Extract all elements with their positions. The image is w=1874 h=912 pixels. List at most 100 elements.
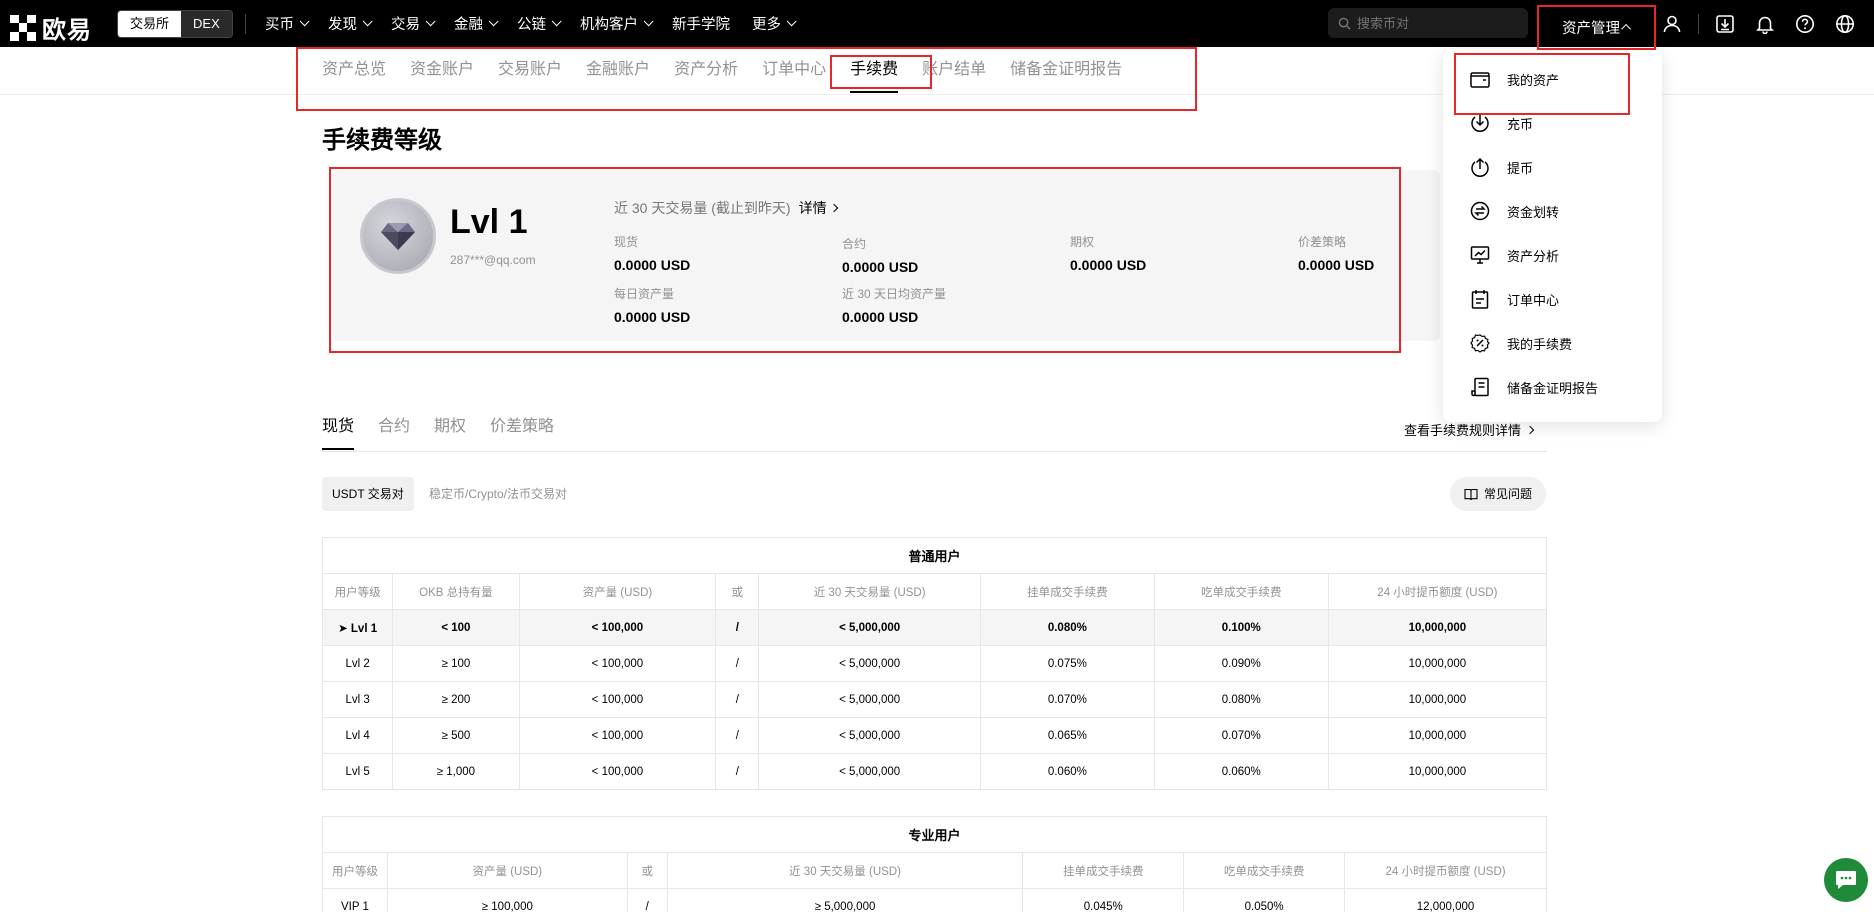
dex-toggle[interactable]: DEX bbox=[181, 11, 232, 37]
tab-trading-account[interactable]: 交易账户 bbox=[498, 47, 562, 95]
chevron-right-icon bbox=[1525, 425, 1535, 434]
asset-management-menu[interactable]: 资产管理 bbox=[1537, 5, 1656, 50]
column-header: 挂单成交手续费 bbox=[1022, 852, 1185, 889]
menu-item-withdraw[interactable]: 提币 bbox=[1469, 156, 1533, 178]
tab-proof-of-reserves[interactable]: 储备金证明报告 bbox=[1010, 47, 1122, 95]
table-row: Lvl 3 ≥ 200 < 100,000 / < 5,000,000 0.07… bbox=[321, 681, 1548, 718]
faq-label: 常见问题 bbox=[1484, 487, 1533, 501]
nav-academy[interactable]: 新手学院 bbox=[672, 13, 730, 34]
tab-options[interactable]: 期权 bbox=[434, 412, 466, 450]
menu-item-label: 资金划转 bbox=[1507, 204, 1560, 220]
asset-management-dropdown: 我的资产 充币 提币 资金划转 资产分析 订单中心 我的手续费 储备金证明报告 bbox=[1443, 50, 1662, 422]
nav-trade[interactable]: 交易 bbox=[391, 13, 436, 34]
menu-item-deposit[interactable]: 充币 bbox=[1469, 112, 1533, 134]
tab-futures[interactable]: 合约 bbox=[378, 412, 410, 450]
chevron-down-icon bbox=[786, 16, 797, 27]
level-badge bbox=[360, 198, 436, 274]
chevron-up-icon bbox=[1621, 23, 1632, 34]
other-pairs-tab[interactable]: 稳定币/Crypto/法币交易对 bbox=[429, 477, 567, 511]
fee-rules-link[interactable]: 查看手续费规则详情 bbox=[1404, 420, 1535, 439]
nav-label: 发现 bbox=[328, 17, 357, 33]
tab-finance-account[interactable]: 金融账户 bbox=[586, 47, 650, 95]
stat-spread: 价差策略 0.0000 USD bbox=[1298, 233, 1374, 273]
nav-buy-crypto[interactable]: 买币 bbox=[265, 13, 310, 34]
chat-support-button[interactable] bbox=[1824, 858, 1868, 902]
table-cell: / bbox=[715, 609, 760, 646]
user-icon[interactable] bbox=[1652, 0, 1692, 47]
tab-spot[interactable]: 现货 bbox=[322, 412, 355, 450]
nav-label: 交易 bbox=[391, 17, 420, 33]
table-caption: 专业用户 bbox=[322, 816, 1547, 853]
nav-institutional[interactable]: 机构客户 bbox=[580, 13, 654, 34]
globe-icon[interactable] bbox=[1825, 0, 1865, 47]
chevron-down-icon bbox=[425, 16, 436, 27]
table-cell: 0.050% bbox=[1183, 888, 1346, 912]
help-icon[interactable] bbox=[1785, 0, 1825, 47]
chevron-down-icon bbox=[362, 16, 373, 27]
volume-header: 近 30 天交易量 (截止到昨天) 详情 bbox=[614, 198, 838, 218]
menu-item-proof-of-reserves[interactable]: 储备金证明报告 bbox=[1469, 376, 1598, 398]
analysis-icon bbox=[1469, 244, 1491, 266]
tab-order-center[interactable]: 订单中心 bbox=[762, 47, 826, 95]
nav-more[interactable]: 更多 bbox=[752, 13, 797, 34]
table-cell: ≥ 500 bbox=[392, 717, 520, 754]
stat-label: 近 30 天日均资产量 bbox=[842, 287, 947, 301]
table-cell: < 5,000,000 bbox=[758, 753, 981, 790]
current-level: Lvl 1 bbox=[450, 203, 528, 241]
search-box[interactable] bbox=[1328, 8, 1528, 38]
table-cell: 10,000,000 bbox=[1327, 717, 1548, 754]
download-icon[interactable] bbox=[1705, 0, 1745, 47]
tab-funding-account[interactable]: 资金账户 bbox=[410, 47, 474, 95]
table-cell: 0.100% bbox=[1153, 609, 1329, 646]
table-cell: < 5,000,000 bbox=[758, 717, 981, 754]
nav-label: 新手学院 bbox=[672, 17, 730, 33]
bell-icon[interactable] bbox=[1745, 0, 1785, 47]
stat-spot: 现货 0.0000 USD bbox=[614, 233, 690, 273]
nav-label: 金融 bbox=[454, 17, 483, 33]
tab-spread[interactable]: 价差策略 bbox=[490, 412, 554, 450]
nav-discover[interactable]: 发现 bbox=[328, 13, 373, 34]
exchange-toggle[interactable]: 交易所 bbox=[118, 11, 182, 37]
table-row: Lvl 4 ≥ 500 < 100,000 / < 5,000,000 0.06… bbox=[321, 717, 1548, 754]
tab-asset-analysis[interactable]: 资产分析 bbox=[674, 47, 738, 95]
usdt-pairs-tab[interactable]: USDT 交易对 bbox=[322, 477, 414, 511]
table-row: VIP 1 ≥ 100,000 / ≥ 5,000,000 0.045% 0.0… bbox=[322, 888, 1547, 912]
menu-item-asset-analysis[interactable]: 资产分析 bbox=[1469, 244, 1559, 266]
tabs-divider bbox=[322, 451, 1547, 452]
chevron-down-icon bbox=[488, 16, 499, 27]
tab-asset-overview[interactable]: 资产总览 bbox=[322, 47, 386, 95]
menu-item-transfer[interactable]: 资金划转 bbox=[1469, 200, 1559, 222]
column-header: OKB 总持有量 bbox=[392, 573, 520, 610]
table-cell: Lvl 4 bbox=[321, 717, 394, 754]
transfer-icon bbox=[1469, 200, 1491, 222]
menu-item-my-fees[interactable]: 我的手续费 bbox=[1469, 332, 1572, 354]
chevron-down-icon bbox=[299, 16, 310, 27]
tab-fees[interactable]: 手续费 bbox=[850, 47, 899, 95]
table-row: Lvl 2 ≥ 100 < 100,000 / < 5,000,000 0.07… bbox=[321, 645, 1548, 682]
menu-item-order-center[interactable]: 订单中心 bbox=[1469, 288, 1559, 310]
logo[interactable]: 欧易 bbox=[10, 10, 92, 45]
column-header: 资产量 (USD) bbox=[518, 573, 717, 610]
table-cell: 0.045% bbox=[1022, 888, 1185, 912]
nav-label: 更多 bbox=[752, 17, 781, 33]
table-cell: < 100,000 bbox=[518, 717, 717, 754]
details-link[interactable]: 详情 bbox=[799, 198, 838, 218]
nav-finance[interactable]: 金融 bbox=[454, 13, 499, 34]
faq-button[interactable]: 常见问题 bbox=[1450, 477, 1547, 511]
table-cell: Lvl 5 bbox=[321, 753, 394, 790]
nav-chain[interactable]: 公链 bbox=[517, 13, 562, 34]
stat-label: 合约 bbox=[842, 237, 867, 251]
tab-statements[interactable]: 账户结单 bbox=[922, 47, 986, 95]
report-icon bbox=[1469, 376, 1491, 398]
stat-value: 0.0000 USD bbox=[842, 309, 919, 325]
stat-daily-assets: 每日资产量 0.0000 USD bbox=[614, 285, 690, 325]
table-cell: < 100 bbox=[392, 609, 520, 646]
menu-item-label: 储备金证明报告 bbox=[1507, 380, 1599, 396]
menu-item-my-assets[interactable]: 我的资产 bbox=[1469, 68, 1559, 90]
search-input[interactable] bbox=[1357, 15, 1507, 31]
top-icon-bar bbox=[1652, 0, 1865, 47]
table-cell: VIP 1 bbox=[322, 888, 388, 912]
table-cell: 0.080% bbox=[979, 609, 1155, 646]
table-cell: / bbox=[715, 681, 760, 718]
table-cell: 12,000,000 bbox=[1344, 888, 1547, 912]
